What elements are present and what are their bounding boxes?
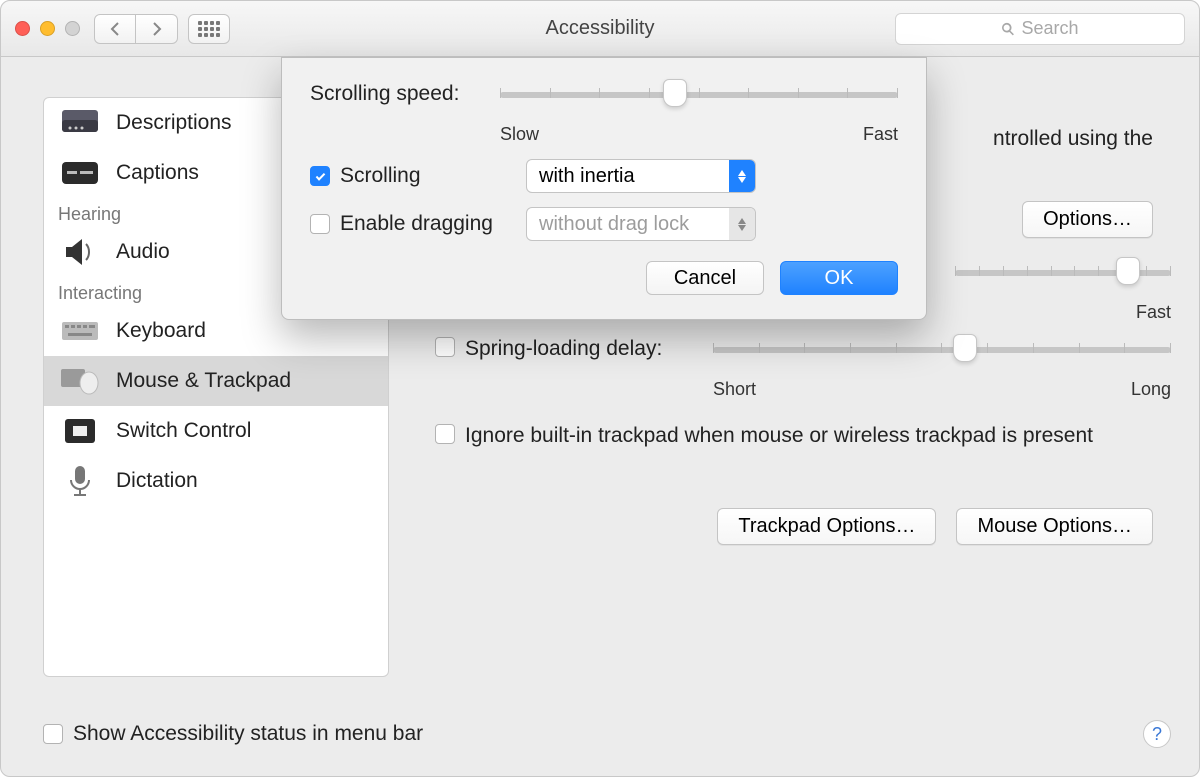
sidebar-item-mouse-trackpad[interactable]: Mouse & Trackpad xyxy=(44,356,388,406)
slider-short-label: Short xyxy=(713,379,756,400)
intro-text-fragment: ntrolled using the xyxy=(993,127,1153,151)
enable-dragging-checkbox[interactable] xyxy=(310,214,330,234)
close-window-button[interactable] xyxy=(15,21,30,36)
traffic-lights xyxy=(15,21,80,36)
grid-icon xyxy=(198,21,220,37)
trackpad-options-sheet: Scrolling speed: Slow Fast Scrolling wit… xyxy=(281,57,927,320)
search-icon xyxy=(1001,22,1015,36)
cancel-button[interactable]: Cancel xyxy=(646,261,764,295)
scrolling-speed-slider[interactable] xyxy=(500,82,898,122)
spring-loading-slider[interactable] xyxy=(713,337,1171,377)
sidebar-item-label: Mouse & Trackpad xyxy=(116,369,291,393)
sidebar-item-label: Audio xyxy=(116,240,170,264)
help-button[interactable]: ? xyxy=(1143,720,1171,748)
trackpad-options-button[interactable]: Trackpad Options… xyxy=(717,508,936,545)
sidebar-item-label: Captions xyxy=(116,161,199,185)
select-value: without drag lock xyxy=(527,213,729,236)
descriptions-icon xyxy=(58,106,102,140)
switch-control-icon xyxy=(58,414,102,448)
double-click-speed-slider[interactable] xyxy=(955,260,1171,300)
chevron-updown-icon xyxy=(729,208,755,240)
scrolling-label: Scrolling xyxy=(340,164,526,188)
nav-segment xyxy=(94,14,178,44)
sidebar-item-label: Switch Control xyxy=(116,419,251,443)
enable-dragging-label: Enable dragging xyxy=(340,212,526,236)
ignore-trackpad-checkbox[interactable] xyxy=(435,424,455,444)
keyboard-icon xyxy=(58,314,102,348)
back-button[interactable] xyxy=(94,14,136,44)
dictation-icon xyxy=(58,464,102,498)
sidebar-item-dictation[interactable]: Dictation xyxy=(44,456,388,506)
select-value: with inertia xyxy=(527,165,729,188)
slider-long-label: Long xyxy=(1131,379,1171,400)
mouse-options-button[interactable]: Mouse Options… xyxy=(956,508,1153,545)
audio-icon xyxy=(58,235,102,269)
show-status-checkbox[interactable] xyxy=(43,724,63,744)
chevron-updown-icon xyxy=(729,160,755,192)
titlebar: Accessibility Search xyxy=(1,1,1199,57)
sidebar-item-label: Descriptions xyxy=(116,111,232,135)
search-placeholder: Search xyxy=(1021,18,1078,39)
scrolling-speed-label: Scrolling speed: xyxy=(310,82,500,106)
slider-fast-label: Fast xyxy=(863,124,898,145)
show-all-button[interactable] xyxy=(188,14,230,44)
accessibility-window: Accessibility Search Descriptions Captio… xyxy=(0,0,1200,777)
spring-loading-label: Spring-loading delay: xyxy=(465,337,713,361)
scrolling-checkbox[interactable] xyxy=(310,166,330,186)
minimize-window-button[interactable] xyxy=(40,21,55,36)
mouse-trackpad-icon xyxy=(58,364,102,398)
show-status-label: Show Accessibility status in menu bar xyxy=(73,722,423,746)
slider-slow-label: Slow xyxy=(500,124,539,145)
ok-button[interactable]: OK xyxy=(780,261,898,295)
scrolling-mode-select[interactable]: with inertia xyxy=(526,159,756,193)
ignore-trackpad-label: Ignore built-in trackpad when mouse or w… xyxy=(465,424,1093,448)
sidebar-item-switch-control[interactable]: Switch Control xyxy=(44,406,388,456)
sidebar-item-label: Keyboard xyxy=(116,319,206,343)
captions-icon xyxy=(58,156,102,190)
forward-button[interactable] xyxy=(136,14,178,44)
dragging-mode-select[interactable]: without drag lock xyxy=(526,207,756,241)
search-input[interactable]: Search xyxy=(895,13,1185,45)
spring-loading-checkbox[interactable] xyxy=(435,337,455,357)
footer-row: Show Accessibility status in menu bar ? xyxy=(43,720,1171,748)
zoom-window-button[interactable] xyxy=(65,21,80,36)
slider-fast-label: Fast xyxy=(1136,302,1171,323)
sidebar-item-label: Dictation xyxy=(116,469,198,493)
options-button[interactable]: Options… xyxy=(1022,201,1153,238)
